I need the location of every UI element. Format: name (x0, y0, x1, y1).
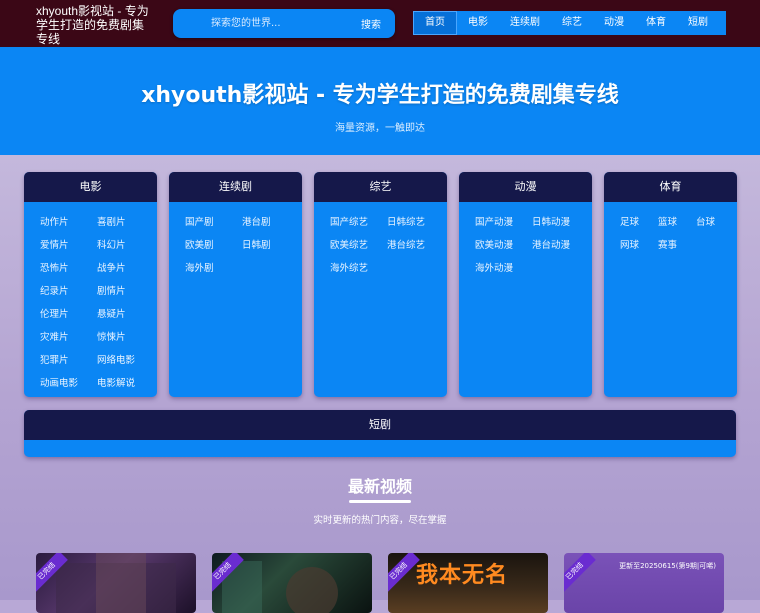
search-box: 搜索 (173, 9, 395, 38)
category-title[interactable]: 电影 (24, 172, 157, 202)
category-link[interactable]: 日韩剧 (242, 234, 302, 257)
video-card[interactable]: 已完结 (36, 553, 196, 613)
poster-title: 我本无名 (416, 562, 509, 588)
section-subtitle: 实时更新的热门内容，尽在掌握 (313, 515, 447, 526)
category-link[interactable]: 伦理片 (40, 303, 97, 326)
category-links: 动作片 喜剧片 爱情片 科幻片 恐怖片 战争片 纪录片 剧情片 伦理片 悬疑片 … (24, 202, 157, 395)
category-link[interactable]: 港台动漫 (532, 234, 592, 257)
section-divider (349, 500, 411, 503)
search-button[interactable]: 搜索 (353, 13, 389, 34)
category-link[interactable]: 欧美剧 (185, 234, 242, 257)
category-link[interactable]: 港台剧 (242, 211, 302, 234)
category-link[interactable]: 动作片 (40, 211, 97, 234)
category-link[interactable]: 赛事 (658, 234, 696, 257)
site-title[interactable]: xhyouth影视站 - 专为学生打造的免费剧集专线 (36, 4, 154, 46)
nav-short-drama[interactable]: 短剧 (677, 11, 719, 35)
category-title[interactable]: 体育 (604, 172, 737, 202)
hero-subtitle: 海量资源，一触即达 (335, 123, 425, 134)
category-link[interactable]: 科幻片 (97, 234, 157, 257)
category-card-anime: 动漫 国产动漫 日韩动漫 欧美动漫 港台动漫 海外动漫 (459, 172, 592, 397)
category-links: 足球 篮球 台球 网球 赛事 (604, 202, 737, 257)
category-title[interactable]: 综艺 (314, 172, 447, 202)
category-link[interactable]: 灾难片 (40, 326, 97, 349)
category-title[interactable]: 连续剧 (169, 172, 302, 202)
category-link[interactable]: 网球 (620, 234, 658, 257)
category-link[interactable]: 国产综艺 (330, 211, 387, 234)
category-link[interactable]: 海外综艺 (330, 257, 387, 280)
nav-series[interactable]: 连续剧 (499, 11, 551, 35)
category-link[interactable]: 国产剧 (185, 211, 242, 234)
category-link[interactable]: 台球 (696, 211, 736, 234)
category-link[interactable]: 战争片 (97, 257, 157, 280)
category-card-movies: 电影 动作片 喜剧片 爱情片 科幻片 恐怖片 战争片 纪录片 剧情片 伦理片 悬… (24, 172, 157, 397)
main-nav: 首页 电影 连续剧 综艺 动漫 体育 短剧 (413, 11, 726, 35)
category-link[interactable]: 国产动漫 (475, 211, 532, 234)
category-link[interactable]: 电影解说 (97, 372, 157, 395)
category-link[interactable]: 恐怖片 (40, 257, 97, 280)
category-links: 国产综艺 日韩综艺 欧美综艺 港台综艺 海外综艺 (314, 202, 447, 280)
category-link[interactable]: 剧情片 (97, 280, 157, 303)
category-links: 国产剧 港台剧 欧美剧 日韩剧 海外剧 (169, 202, 302, 280)
nav-home[interactable]: 首页 (413, 11, 457, 35)
category-link[interactable]: 日韩动漫 (532, 211, 592, 234)
category-link[interactable]: 篮球 (658, 211, 696, 234)
category-link[interactable]: 欧美综艺 (330, 234, 387, 257)
section-title: 最新视频 (347, 477, 412, 496)
update-status: 更新至20250615(第9期|可唏) (619, 562, 716, 570)
category-link[interactable]: 网络电影 (97, 349, 157, 372)
category-card-series: 连续剧 国产剧 港台剧 欧美剧 日韩剧 海外剧 (169, 172, 302, 397)
category-link[interactable]: 悬疑片 (97, 303, 157, 326)
hero-banner: xhyouth影视站 - 专为学生打造的免费剧集专线 海量资源，一触即达 (0, 47, 760, 155)
category-links: 国产动漫 日韩动漫 欧美动漫 港台动漫 海外动漫 (459, 202, 592, 280)
category-link[interactable]: 海外动漫 (475, 257, 532, 280)
category-link[interactable]: 足球 (620, 211, 658, 234)
category-link[interactable]: 犯罪片 (40, 349, 97, 372)
search-input[interactable] (181, 13, 341, 34)
category-link[interactable]: 惊悚片 (97, 326, 157, 349)
hero-title: xhyouth影视站 - 专为学生打造的免费剧集专线 (141, 83, 619, 108)
category-link[interactable]: 海外剧 (185, 257, 242, 280)
nav-sports[interactable]: 体育 (635, 11, 677, 35)
category-link[interactable]: 港台综艺 (387, 234, 447, 257)
category-card-short-drama: 短剧 (24, 410, 736, 457)
top-bar: xhyouth影视站 - 专为学生打造的免费剧集专线 搜索 首页 电影 连续剧 … (0, 0, 760, 47)
category-link[interactable]: 爱情片 (40, 234, 97, 257)
nav-anime[interactable]: 动漫 (593, 11, 635, 35)
video-card[interactable]: 更新至20250615(第9期|可唏) 已完结 (564, 553, 724, 613)
category-link[interactable]: 日韩综艺 (387, 211, 447, 234)
category-link[interactable]: 欧美动漫 (475, 234, 532, 257)
status-badge: 已完结 (564, 553, 596, 593)
category-card-sports: 体育 足球 篮球 台球 网球 赛事 (604, 172, 737, 397)
category-title[interactable]: 短剧 (24, 410, 736, 440)
category-link[interactable]: 喜剧片 (97, 211, 157, 234)
category-card-variety: 综艺 国产综艺 日韩综艺 欧美综艺 港台综艺 海外综艺 (314, 172, 447, 397)
video-card[interactable]: 已完结 (212, 553, 372, 613)
video-card[interactable]: 我本无名 已完结 (388, 553, 548, 613)
category-link[interactable]: 动画电影 (40, 372, 97, 395)
nav-variety[interactable]: 综艺 (551, 11, 593, 35)
category-title[interactable]: 动漫 (459, 172, 592, 202)
nav-movies[interactable]: 电影 (457, 11, 499, 35)
category-link[interactable]: 纪录片 (40, 280, 97, 303)
